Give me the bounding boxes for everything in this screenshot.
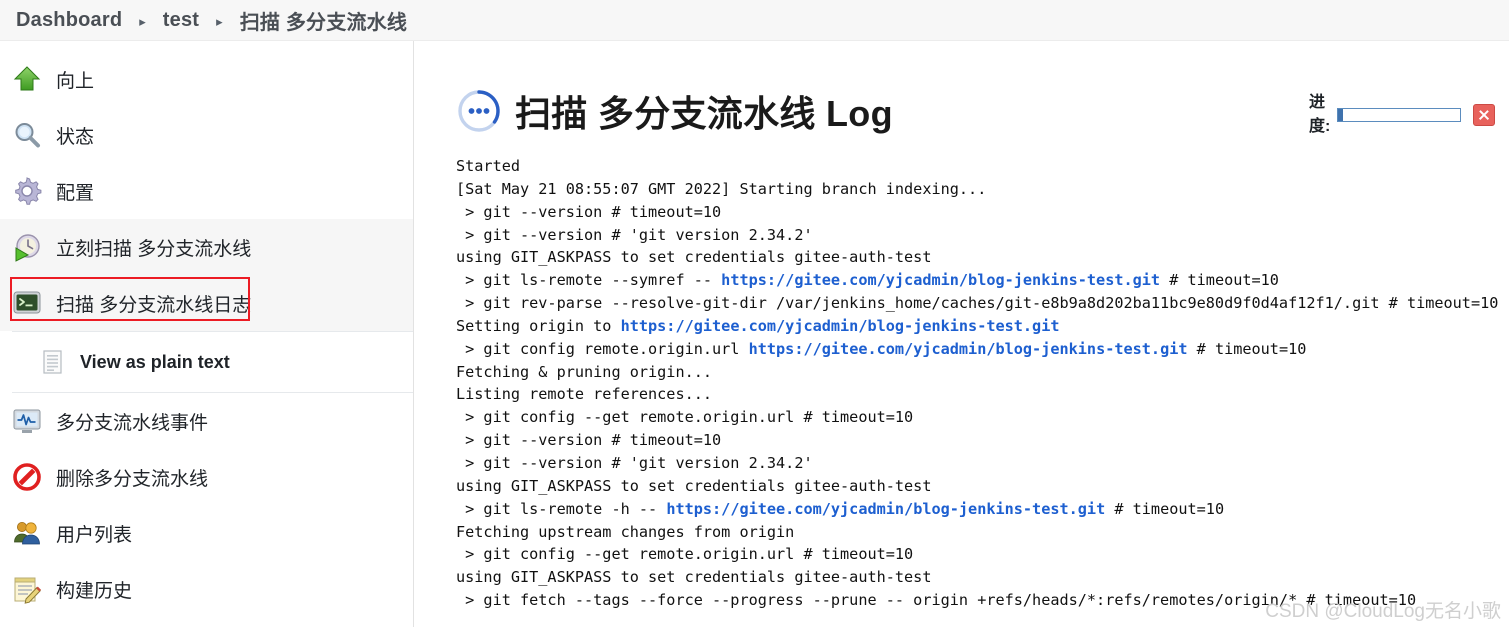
log-line: > git --version # timeout=10 [456,429,1509,452]
log-line: > git --version # timeout=10 [456,201,1509,224]
sidebar-item-label: View as plain text [80,351,230,372]
clock-play-icon [12,232,42,262]
sidebar-item-10[interactable]: 构建历史 [0,561,413,617]
log-line: Listing remote references... [456,383,1509,406]
log-text: # timeout=10 [1105,499,1225,518]
log-text: Listing remote references... [456,385,713,404]
log-text: > git ls-remote -h -- [456,499,667,518]
log-line: [Sat May 21 08:55:07 GMT 2022] Starting … [456,178,1509,201]
log-line: using GIT_ASKPASS to set credentials git… [456,246,1509,269]
gear-icon [12,176,42,206]
log-line: using GIT_ASKPASS to set credentials git… [456,475,1509,498]
log-line: using GIT_ASKPASS to set credentials git… [456,566,1509,589]
log-line: > git --version # 'git version 2.34.2' [456,224,1509,247]
log-text: using GIT_ASKPASS to set credentials git… [456,568,932,587]
log-text: > git --version # timeout=10 [456,202,722,221]
log-line: > git --version # 'git version 2.34.2' [456,452,1509,475]
progress-bar [1337,108,1461,122]
log-text: Fetching upstream changes from origin [456,522,795,541]
page-title: 扫描 多分支流水线 Log [515,93,893,134]
console-icon [12,288,42,318]
stop-build-button[interactable] [1473,104,1495,126]
breadcrumb-item-2[interactable]: test [163,9,199,32]
log-text: [Sat May 21 08:55:07 GMT 2022] Starting … [456,179,987,198]
log-line: > git rev-parse --resolve-git-dir /var/j… [456,292,1509,315]
log-text: using GIT_ASKPASS to set credentials git… [456,476,932,495]
main-content: 扫描 多分支流水线 Log 进度: Started [Sat May 21 08:… [414,41,1509,627]
sidebar-item-8[interactable]: 删除多分支流水线 [0,449,413,505]
log-line: > git ls-remote --symref -- https://gite… [456,269,1509,292]
sidebar-item-7[interactable]: 多分支流水线事件 [0,393,413,449]
log-text: > git fetch --tags --force --progress --… [456,591,1417,610]
sidebar-item-3[interactable]: 配置 [0,163,413,219]
sidebar-item-label: 向上 [56,70,95,92]
magnifier-icon [12,120,42,150]
build-log-console[interactable]: Started [Sat May 21 08:55:07 GMT 2022] St… [456,155,1509,612]
log-text: Fetching & pruning origin... [456,362,713,381]
log-text: > git config --get remote.origin.url # t… [456,408,914,427]
log-line: Fetching & pruning origin... [456,361,1509,384]
log-link[interactable]: https://gitee.com/yjcadmin/blog-jenkins-… [749,340,1188,358]
sidebar-item-label: 构建历史 [56,580,133,602]
log-line: Setting origin to https://gitee.com/yjca… [456,315,1509,338]
sidebar-item-5[interactable]: 扫描 多分支流水线日志 [0,275,413,331]
page-body: 向上状态配置立刻扫描 多分支流水线 扫描 多分支流水线日志 View as plai… [0,41,1509,627]
sidebar: 向上状态配置立刻扫描 多分支流水线 扫描 多分支流水线日志 View as plai… [0,41,414,627]
sidebar-item-label: 删除多分支流水线 [56,468,209,490]
sidebar-item-label: 扫描 多分支流水线日志 [56,294,252,316]
log-text: # timeout=10 [1160,271,1279,290]
sidebar-item-6[interactable]: View as plain text [0,332,413,392]
notepad-pencil-icon [12,574,42,604]
log-line: > git ls-remote -h -- https://gitee.com/… [456,498,1509,521]
breadcrumb: Dashboard ▸ test ▸ 扫描 多分支流水线 [0,0,1509,41]
sidebar-item-1[interactable]: 向上 [0,51,413,107]
breadcrumb-item-1[interactable]: Dashboard [16,9,122,32]
log-line: Fetching upstream changes from origin [456,521,1509,544]
log-text: Started [456,157,521,175]
up-arrow-icon [12,64,42,94]
log-line: > git fetch --tags --force --progress --… [456,589,1509,612]
log-text: > git config --get remote.origin.url # t… [456,545,914,564]
progress-widget: 进度: [1309,91,1495,139]
sidebar-item-label: 用户列表 [56,524,133,546]
sidebar-item-9[interactable]: 用户列表 [0,505,413,561]
log-text: # timeout=10 [1187,339,1307,358]
sidebar-item-label: 配置 [56,182,95,204]
log-line: > git config --get remote.origin.url # t… [456,406,1509,429]
monitor-pulse-icon [12,406,42,436]
no-entry-icon [12,462,42,492]
log-text: > git config remote.origin.url [456,339,749,358]
log-line: Started [456,155,1509,178]
log-link[interactable]: https://gitee.com/yjcadmin/blog-jenkins-… [666,500,1105,518]
log-text: using GIT_ASKPASS to set credentials git… [456,248,932,267]
document-icon [40,349,66,375]
log-text: > git --version # timeout=10 [456,431,722,450]
log-text: Setting origin to [456,316,621,335]
sidebar-item-2[interactable]: 状态 [0,107,413,163]
sidebar-item-label: 多分支流水线事件 [56,412,209,434]
breadcrumb-separator-icon: ▸ [216,13,223,29]
log-line: > git config --get remote.origin.url # t… [456,543,1509,566]
progress-label: 进度: [1309,94,1331,135]
breadcrumb-separator-icon: ▸ [139,13,146,29]
log-text: > git ls-remote --symref -- [456,271,722,290]
in-progress-spinner-icon [456,88,502,134]
sidebar-item-label: 状态 [56,126,95,148]
users-icon [12,518,42,548]
log-line: > git config remote.origin.url https://g… [456,338,1509,361]
log-text: > git --version # 'git version 2.34.2' [456,453,813,472]
log-link[interactable]: https://gitee.com/yjcadmin/blog-jenkins-… [621,317,1060,335]
log-link[interactable]: https://gitee.com/yjcadmin/blog-jenkins-… [721,271,1160,289]
log-text: > git --version # 'git version 2.34.2' [456,225,813,244]
breadcrumb-item-3[interactable]: 扫描 多分支流水线 [240,6,407,35]
sidebar-item-label: 立刻扫描 多分支流水线 [56,238,252,260]
sidebar-item-4[interactable]: 立刻扫描 多分支流水线 [0,219,413,275]
progress-bar-fill [1338,109,1343,121]
log-text: > git rev-parse --resolve-git-dir /var/j… [456,294,1499,313]
